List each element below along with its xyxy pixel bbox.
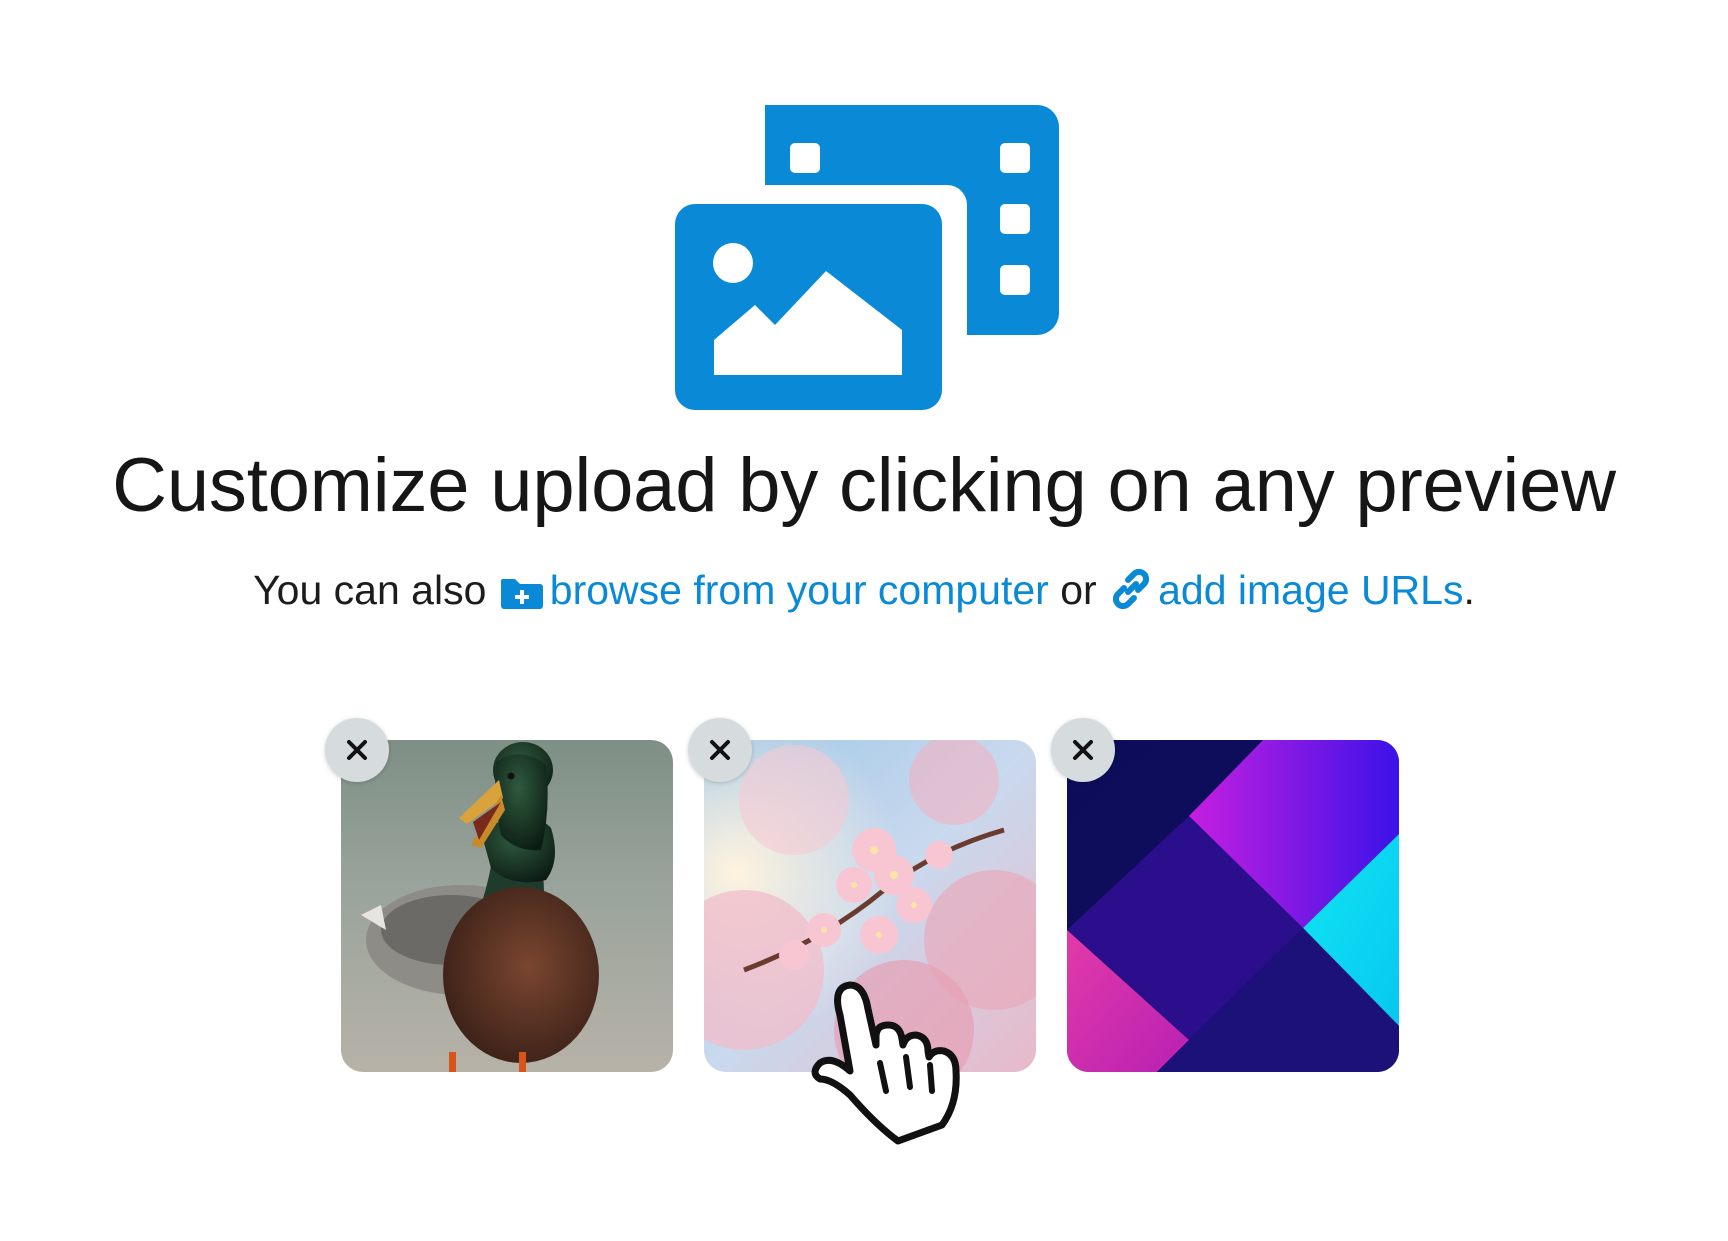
folder-plus-icon [500, 579, 543, 609]
link-icon [1113, 568, 1150, 610]
upload-options-text: You can also browse from your computer o… [0, 564, 1728, 616]
remove-preview-3-button[interactable] [1051, 718, 1115, 782]
subtitle-suffix: . [1463, 567, 1475, 613]
remove-preview-1-button[interactable] [325, 718, 389, 782]
subtitle-prefix: You can also [253, 567, 487, 613]
remove-preview-2-button[interactable] [688, 718, 752, 782]
abstract-gradient-graphic [1067, 740, 1399, 1072]
browse-computer-label[interactable]: browse from your computer [550, 567, 1049, 613]
preview-duck-photo[interactable] [341, 740, 673, 1072]
close-icon [347, 740, 367, 760]
close-icon [1073, 740, 1093, 760]
pointer-hand-icon [811, 981, 960, 1145]
subtitle-middle: or [1060, 567, 1097, 613]
add-image-urls-link[interactable]: add image URLs [1108, 567, 1463, 613]
close-icon [710, 740, 730, 760]
page-title: Customize upload by clicking on any prev… [112, 443, 1616, 528]
preview-abstract-gradient-graphic[interactable] [1067, 740, 1399, 1072]
add-image-urls-label[interactable]: add image URLs [1158, 567, 1463, 613]
browse-computer-link[interactable]: browse from your computer [498, 567, 1049, 613]
image-and-film-frames-icon [675, 105, 1059, 410]
duck-photo [341, 740, 673, 1072]
